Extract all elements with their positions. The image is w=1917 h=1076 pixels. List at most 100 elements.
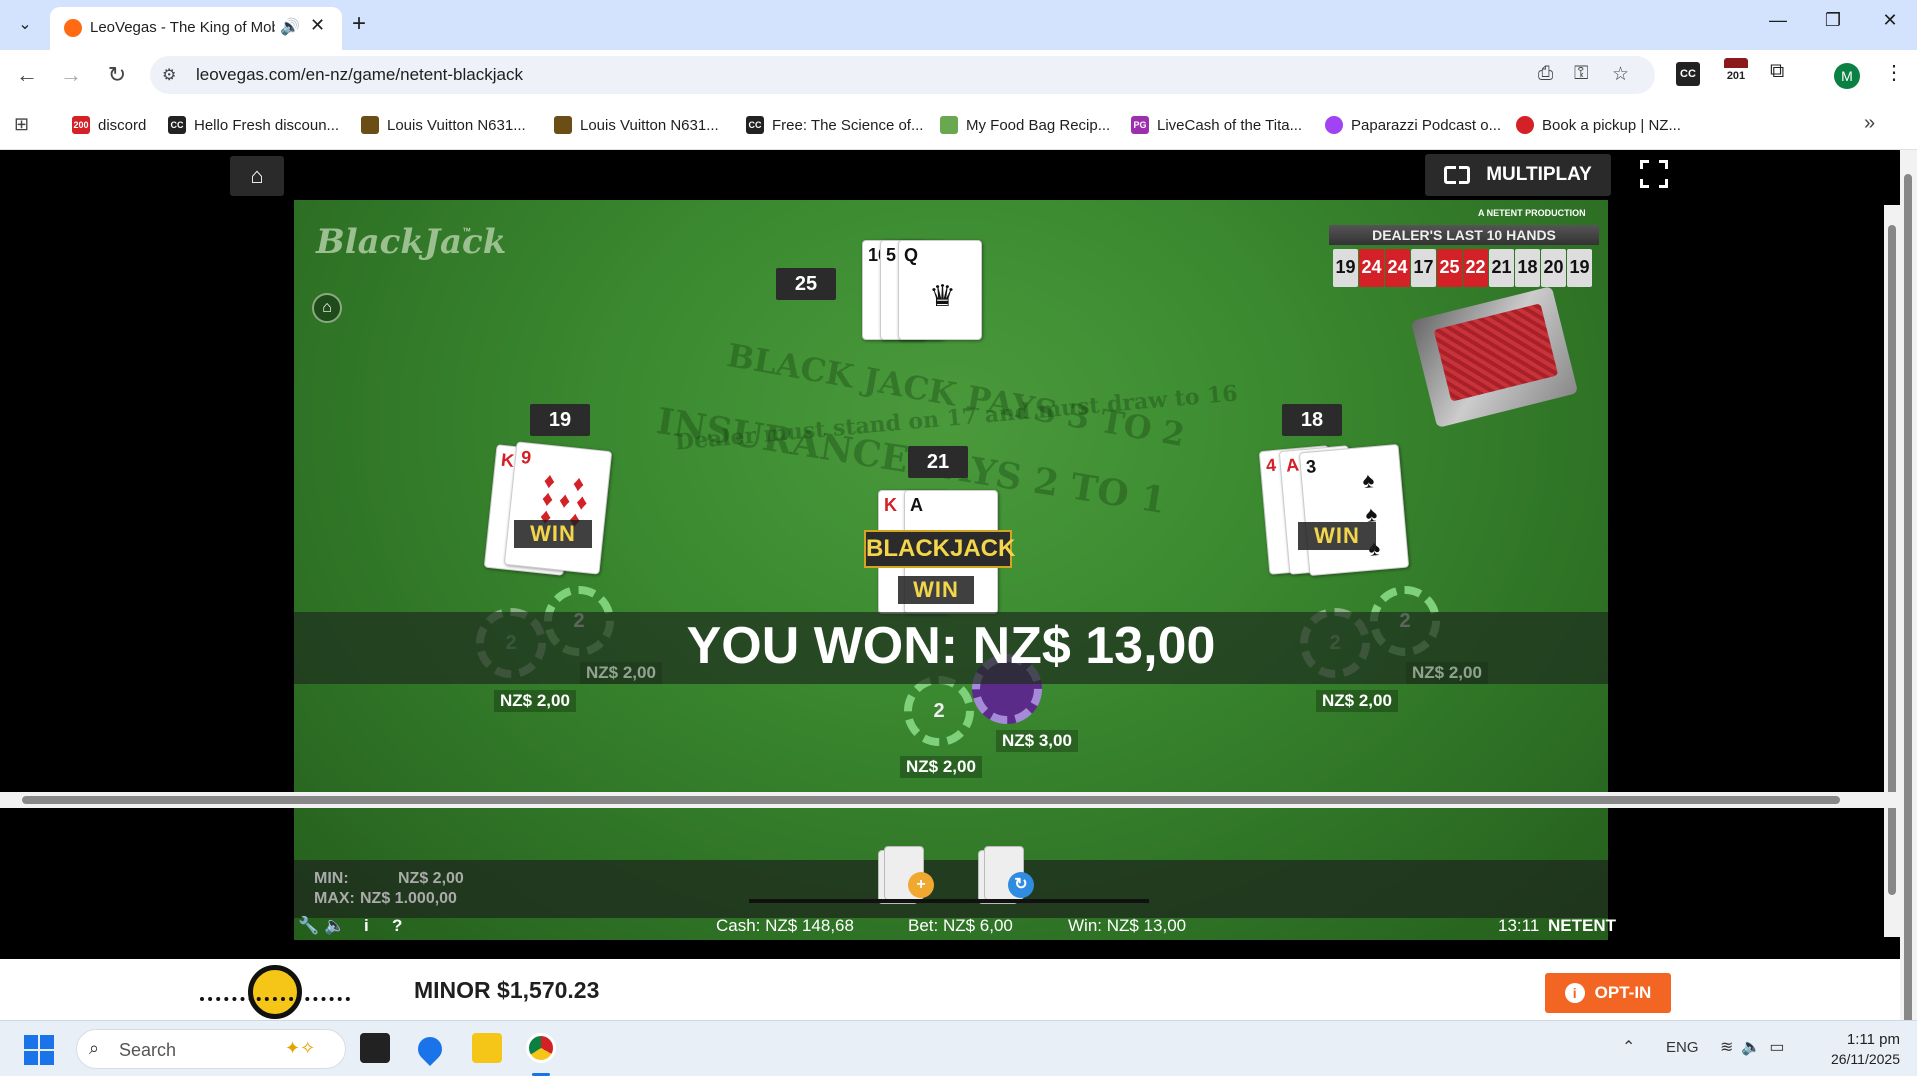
- bookmark-item[interactable]: Louis Vuitton N631...: [554, 114, 719, 136]
- forward-icon[interactable]: →: [56, 62, 86, 88]
- back-icon[interactable]: ←: [12, 62, 42, 88]
- battery-icon[interactable]: ▭: [1769, 1039, 1792, 1056]
- new-tab-button[interactable]: +: [352, 10, 366, 38]
- card-rank: 4: [1265, 454, 1277, 476]
- window-close-icon[interactable]: ✕: [1870, 10, 1910, 31]
- bookmarks-bar: ⊞ 200 discord CC Hello Fresh discoun... …: [0, 100, 1917, 150]
- page-vertical-scrollbar[interactable]: [1900, 150, 1917, 1034]
- dealer-history-value: 24: [1359, 249, 1384, 287]
- active-tab[interactable]: LeoVegas - The King of Mobile Casino 🔊 ✕: [50, 7, 342, 50]
- install-app-icon[interactable]: ⎙: [1538, 63, 1553, 85]
- max-value: NZ$ 1.000,00: [360, 890, 457, 907]
- more-bookmarks-icon[interactable]: »: [1864, 112, 1875, 135]
- game-viewport: ⌂ MULTIPLAY BlackJack ™ ⌂ BLACK JACK PAY…: [0, 150, 1900, 942]
- bookmark-item[interactable]: CC Free: The Science of...: [746, 114, 923, 136]
- settings-wrench-icon[interactable]: 🔧: [298, 916, 319, 936]
- tray-status-icons[interactable]: ≋🔈▭: [1720, 1037, 1792, 1057]
- copilot-sparkle-icon: ✦✧: [285, 1038, 316, 1058]
- windows-start-icon[interactable]: [24, 1035, 54, 1065]
- clock-time[interactable]: 1:11 pm: [1810, 1031, 1900, 1048]
- wifi-icon[interactable]: ≋: [1720, 1039, 1741, 1056]
- tab-search-icon[interactable]: ⌄: [10, 12, 40, 38]
- card-rank: 3: [1305, 456, 1317, 477]
- dealer-history-value: 19: [1567, 249, 1592, 287]
- restore-icon[interactable]: ❐: [1813, 10, 1853, 31]
- hand1-bet-label: NZ$ 2,00: [494, 690, 576, 712]
- tab-close-icon[interactable]: ✕: [310, 15, 325, 36]
- table-home-icon[interactable]: ⌂: [312, 293, 342, 323]
- url-text[interactable]: leovegas.com/en-nz/game/netent-blackjack: [196, 65, 523, 85]
- taskbar-search[interactable]: ⌕ Search ✦✧: [76, 1029, 346, 1069]
- extensions-puzzle-icon[interactable]: ⧉: [1770, 60, 1784, 83]
- dealer-history-value: 18: [1515, 249, 1540, 287]
- sound-icon[interactable]: 🔈: [324, 916, 345, 936]
- bookmark-item[interactable]: 200 discord: [72, 114, 146, 136]
- card-rank: A: [1285, 454, 1300, 476]
- file-explorer-icon[interactable]: [472, 1033, 502, 1063]
- horizontal-scrollbar[interactable]: [0, 792, 1900, 808]
- hand3-result: WIN: [1298, 522, 1376, 550]
- bookmark-label: Paparazzi Podcast o...: [1351, 116, 1502, 134]
- address-bar[interactable]: ⚙ leovegas.com/en-nz/game/netent-blackja…: [150, 56, 1655, 94]
- reload-icon[interactable]: ↻: [102, 62, 132, 88]
- bet-display: Bet: NZ$ 6,00: [908, 916, 1013, 935]
- card-rank: 9: [520, 446, 533, 468]
- home-button[interactable]: ⌂: [230, 156, 284, 196]
- hand3-card: 3 ♠♠♠: [1298, 443, 1410, 577]
- spade-pips-icon: ♠♠♠: [1361, 467, 1381, 561]
- password-key-icon[interactable]: ⚿: [1574, 63, 1588, 85]
- scroll-thumb[interactable]: [22, 796, 1840, 804]
- bookmark-label: Louis Vuitton N631...: [580, 116, 719, 134]
- input-language[interactable]: ENG: [1666, 1039, 1699, 1056]
- cc-extension-icon[interactable]: CC: [1676, 62, 1700, 86]
- lv-bookmark-icon: [554, 116, 572, 134]
- minimize-icon[interactable]: —: [1758, 10, 1798, 31]
- site-info-icon[interactable]: ⚙: [162, 65, 176, 85]
- tab-audio-icon[interactable]: 🔊: [280, 17, 300, 37]
- fullscreen-icon[interactable]: [1640, 160, 1668, 188]
- podcast-bookmark-icon: [1325, 116, 1343, 134]
- game-vertical-scrollbar[interactable]: [1884, 205, 1900, 937]
- drop-app-icon[interactable]: [413, 1032, 447, 1066]
- info-icon[interactable]: i: [364, 916, 369, 936]
- multiplay-button[interactable]: MULTIPLAY: [1425, 154, 1611, 196]
- bookmark-item[interactable]: Paparazzi Podcast o...: [1325, 114, 1501, 136]
- bookmark-item[interactable]: CC Hello Fresh discoun...: [168, 114, 339, 136]
- hand1-payout-label: NZ$ 2,00: [580, 662, 662, 684]
- rebet-button[interactable]: ↻: [978, 846, 1034, 906]
- profile-avatar[interactable]: M: [1834, 63, 1860, 89]
- bookmark-star-icon[interactable]: ☆: [1612, 63, 1629, 86]
- search-placeholder: Search: [119, 1040, 177, 1060]
- calendar-extension-icon[interactable]: 201: [1724, 58, 1748, 88]
- tray-overflow-icon[interactable]: ⌃: [1622, 1037, 1635, 1057]
- clock-date[interactable]: 26/11/2025: [1810, 1051, 1900, 1067]
- win-display: Win: NZ$ 13,00: [1068, 916, 1187, 935]
- logo-trademark: ™: [462, 226, 471, 236]
- bookmark-item[interactable]: My Food Bag Recip...: [940, 114, 1110, 136]
- cc-bookmark-icon: CC: [168, 116, 186, 134]
- hand1-card: 9 ♦ ♦ ♦♦♦ ♦ ♦: [503, 441, 613, 575]
- bookmark-label: My Food Bag Recip...: [966, 116, 1111, 134]
- task-view-icon[interactable]: [360, 1033, 390, 1063]
- scroll-thumb[interactable]: [1904, 174, 1912, 1034]
- help-icon[interactable]: ?: [392, 916, 402, 936]
- dealer-history-value: 17: [1411, 249, 1436, 287]
- bookmark-item[interactable]: PG LiveCash of the Tita...: [1131, 114, 1302, 136]
- card-back: [1433, 303, 1559, 402]
- dealer-history-value: 22: [1463, 249, 1488, 287]
- chrome-icon[interactable]: [526, 1033, 556, 1063]
- hand2-result: WIN: [898, 576, 974, 604]
- jackpot-crown-logo: [200, 959, 350, 1020]
- bookmark-label: LiveCash of the Tita...: [1157, 116, 1303, 134]
- apps-grid-icon[interactable]: ⊞: [14, 114, 29, 135]
- bookmark-item[interactable]: Book a pickup | NZ...: [1516, 114, 1681, 136]
- volume-icon[interactable]: 🔈: [1741, 1039, 1769, 1056]
- menu-kebab-icon[interactable]: ⋮: [1884, 60, 1904, 85]
- bookmark-item[interactable]: Louis Vuitton N631...: [361, 114, 526, 136]
- add-hand-button[interactable]: +: [878, 846, 934, 906]
- opt-in-button[interactable]: i OPT-IN: [1545, 973, 1671, 1013]
- cash-display: Cash: NZ$ 148,68: [716, 916, 854, 935]
- dealer-history-panel: DEALER'S LAST 10 HANDS 19 24 24 17 25 22 21 18 2…: [1329, 225, 1599, 297]
- min-value: NZ$ 2,00: [398, 870, 464, 887]
- queen-face-icon: ♛: [929, 280, 956, 313]
